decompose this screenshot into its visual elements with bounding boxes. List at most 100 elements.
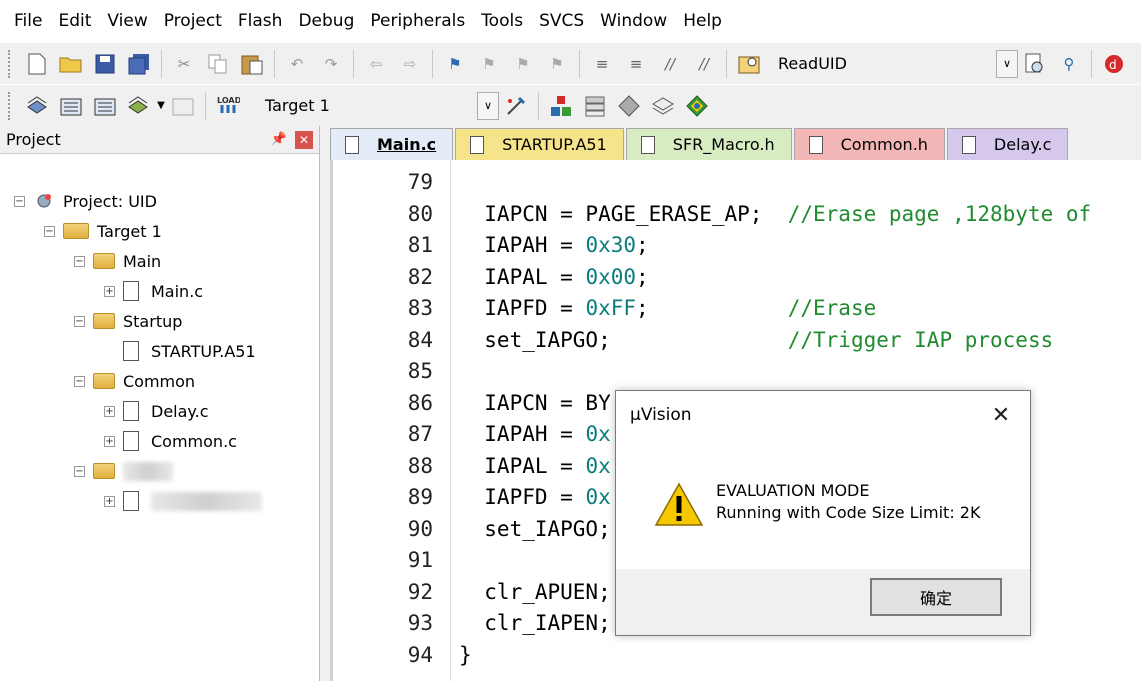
code-text: }	[459, 642, 472, 667]
open-folder-icon[interactable]	[58, 51, 84, 77]
folder-icon	[93, 253, 115, 269]
close-icon[interactable]: ✕	[295, 130, 313, 149]
manage-project-items-icon[interactable]	[548, 93, 574, 119]
collapse-icon[interactable]: −	[74, 465, 85, 477]
menu-edit[interactable]: Edit	[50, 0, 99, 42]
copy-icon[interactable]	[205, 51, 231, 77]
tab-sfr-macro-h[interactable]: SFR_Macro.h	[625, 128, 792, 160]
find-in-files-icon[interactable]	[736, 51, 762, 77]
expand-icon[interactable]: +	[104, 495, 115, 507]
collapse-icon[interactable]: −	[44, 225, 55, 237]
debug-icon[interactable]: d	[1101, 51, 1127, 77]
code-text: ;	[636, 233, 649, 257]
save-all-icon[interactable]	[126, 51, 152, 77]
expand-icon[interactable]: +	[104, 285, 115, 297]
paste-icon[interactable]	[239, 51, 265, 77]
undo-icon[interactable]: ↶	[284, 51, 310, 77]
line-number: 80	[407, 201, 433, 226]
tree-item[interactable]: − Main	[74, 246, 161, 276]
tab-delay-c[interactable]: Delay.c	[946, 128, 1069, 160]
tree-item[interactable]: − Common	[74, 366, 195, 396]
tree-item[interactable]: + Delay.c	[104, 396, 208, 426]
menu-window[interactable]: Window	[592, 0, 675, 42]
comment-icon[interactable]: //	[657, 51, 683, 77]
redo-icon[interactable]: ↷	[318, 51, 344, 77]
indent-icon[interactable]: ≡	[589, 51, 615, 77]
svg-text:d: d	[1109, 58, 1117, 72]
tree-item-label: Common.c	[151, 431, 237, 451]
clear-bookmarks-icon[interactable]: ⚑	[544, 51, 570, 77]
toolbar-grip[interactable]	[8, 49, 14, 78]
tab-common-h[interactable]: Common.h	[793, 128, 945, 160]
code-text: IAPAL =	[459, 453, 586, 478]
tree-item[interactable]: + Main.c	[104, 276, 203, 306]
tab-main-c[interactable]: Main.c	[330, 128, 454, 160]
expand-icon[interactable]: +	[104, 435, 115, 447]
uncomment-icon[interactable]: //	[691, 51, 717, 77]
target-select-dropdown[interactable]: ∨	[477, 91, 499, 120]
code-text: IAPFD =	[459, 296, 586, 320]
chevron-down-icon[interactable]: ∨	[997, 50, 1017, 77]
tree-item-label: Target 1	[97, 221, 162, 241]
collapse-icon[interactable]: −	[74, 375, 85, 387]
chevron-down-icon[interactable]: ∨	[478, 92, 498, 119]
bookmark-icon[interactable]: ⚑	[442, 51, 468, 77]
project-pane: Project 📌 ✕ − Project: UID − Target 1 − Main +…	[0, 126, 320, 681]
menu-view[interactable]: View	[99, 0, 155, 42]
close-icon[interactable]: ✕	[986, 403, 1016, 428]
file-icon	[345, 135, 359, 154]
download-load-icon[interactable]: LOAD	[215, 93, 241, 119]
tree-item[interactable]: − Project: UID	[14, 186, 157, 216]
menu-file[interactable]: File	[6, 0, 50, 42]
select-packs-icon[interactable]	[582, 93, 608, 119]
tree-item[interactable]: STARTUP.A51	[104, 336, 256, 366]
stop-build-icon[interactable]	[170, 93, 196, 119]
batch-build-icon[interactable]	[126, 93, 152, 119]
tree-item-label: Main.c	[151, 281, 204, 301]
prev-bookmark-icon[interactable]: ⚑	[476, 51, 502, 77]
tree-item[interactable]: − C...T...	[74, 456, 173, 486]
collapse-icon[interactable]: −	[74, 255, 85, 267]
menu-tools[interactable]: Tools	[473, 0, 531, 42]
options-for-target-icon[interactable]	[503, 93, 529, 119]
next-bookmark-icon[interactable]: ⚑	[510, 51, 536, 77]
chevron-down-icon[interactable]: ▼	[156, 93, 166, 119]
menu-svcs[interactable]: SVCS	[531, 0, 592, 42]
collapse-icon[interactable]: −	[74, 315, 85, 327]
build-icon[interactable]	[58, 93, 84, 119]
manage-rte-icon[interactable]	[616, 93, 642, 119]
rebuild-icon[interactable]	[92, 93, 118, 119]
pack-green-icon[interactable]	[684, 93, 710, 119]
menu-flash[interactable]: Flash	[230, 0, 291, 42]
new-file-icon[interactable]	[24, 51, 50, 77]
pack-installer-icon[interactable]	[650, 93, 676, 119]
menu-debug[interactable]: Debug	[290, 0, 362, 42]
tab-startup-a51[interactable]: STARTUP.A51	[455, 128, 624, 160]
find-combo-dropdown[interactable]: ∨	[996, 49, 1018, 78]
folder-icon	[93, 373, 115, 389]
menu-help[interactable]: Help	[675, 0, 730, 42]
tree-item[interactable]: + Common.c	[104, 426, 237, 456]
incremental-find-icon[interactable]: ⚲	[1056, 51, 1082, 77]
navigate-back-icon[interactable]: ⇦	[363, 51, 389, 77]
tree-item[interactable]: + ...SFR_table.C	[104, 486, 262, 516]
code-line: IAPAH = 0x	[459, 419, 610, 451]
save-icon[interactable]	[92, 51, 118, 77]
collapse-icon[interactable]: −	[14, 195, 25, 207]
ok-button[interactable]: 确定	[870, 578, 1002, 616]
menu-peripherals[interactable]: Peripherals	[362, 0, 473, 42]
find-icon[interactable]	[1022, 51, 1048, 77]
unindent-icon[interactable]: ≡	[623, 51, 649, 77]
target-select[interactable]: Target 1	[257, 91, 477, 120]
find-combo[interactable]: ReadUID	[770, 49, 996, 78]
tree-item[interactable]: − Target 1	[44, 216, 162, 246]
toolbar-grip[interactable]	[8, 91, 14, 120]
expand-icon[interactable]: +	[104, 405, 115, 417]
menu-project[interactable]: Project	[156, 0, 230, 42]
dialog-message: EVALUATION MODE Running with Code Size L…	[716, 480, 980, 524]
navigate-forward-icon[interactable]: ⇨	[397, 51, 423, 77]
translate-icon[interactable]	[24, 93, 50, 119]
cut-icon[interactable]: ✂	[171, 51, 197, 77]
pin-icon[interactable]: 📌	[271, 132, 287, 147]
tree-item[interactable]: − Startup	[74, 306, 182, 336]
